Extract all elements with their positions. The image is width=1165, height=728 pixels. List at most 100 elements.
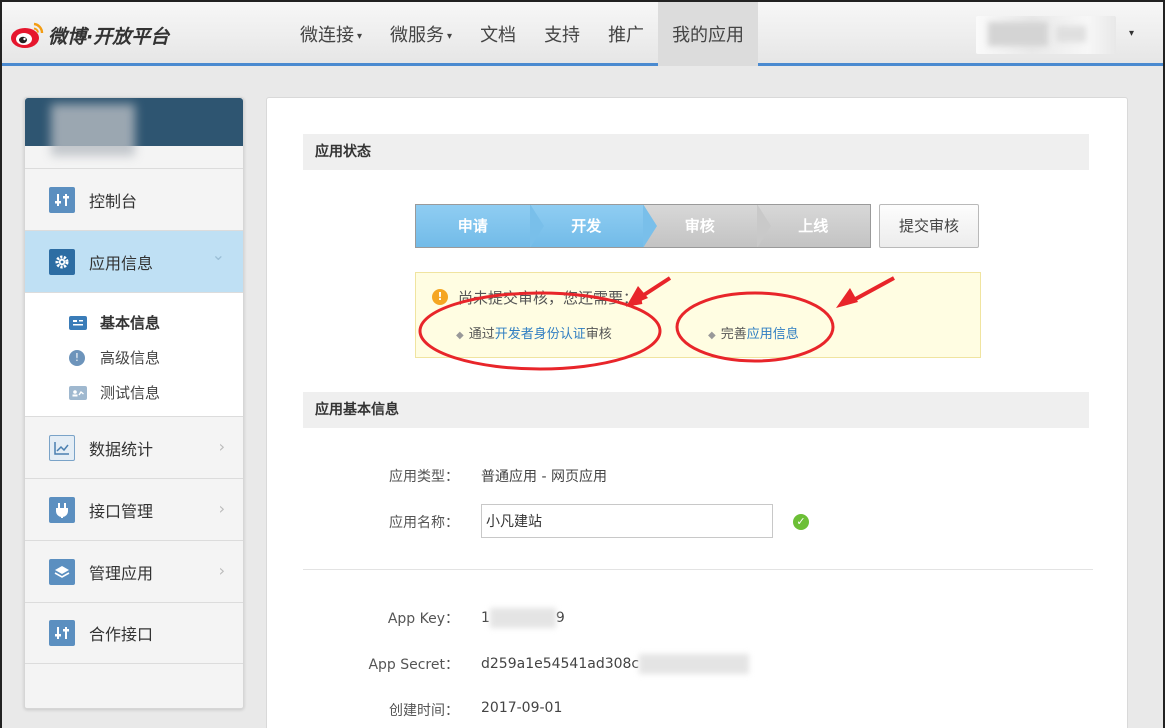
nav-support[interactable]: 支持: [530, 2, 594, 66]
plug-icon: [49, 496, 75, 523]
weibo-logo[interactable]: 微博·开放平台: [10, 18, 169, 52]
username-redacted: [1056, 26, 1086, 42]
step-chevron: [643, 205, 657, 247]
submit-review-button[interactable]: 提交审核: [879, 204, 979, 248]
step-label: 审核: [684, 217, 715, 235]
app-type-label: 应用类型：: [389, 469, 459, 485]
app-name-label: 应用名称：: [389, 515, 459, 531]
check-circle-icon: ✓: [793, 514, 809, 530]
sidebar-item-label: 合作接口: [89, 625, 154, 644]
status-steps: 申请 开发 审核 上线: [415, 204, 871, 248]
sidebar-item-api-management[interactable]: 接口管理 ›: [25, 478, 243, 540]
sidebar-item-label: 控制台: [89, 191, 138, 211]
nav-promote[interactable]: 推广: [594, 2, 658, 66]
line-chart-icon: [49, 434, 75, 461]
user-menu[interactable]: [976, 16, 1116, 54]
sidebar-item-label: 数据统计: [89, 439, 154, 459]
main-nav: 微连接 ▾ 微服务 ▾ 文档 支持 推广 我的应用: [286, 2, 759, 66]
sidebar-subitem-test-info[interactable]: 测试信息: [25, 375, 243, 410]
chevron-down-icon: ▾: [447, 31, 453, 42]
nav-label: 我的应用: [672, 25, 745, 46]
app-secret-row: App Secret： d259a1e54541ad308c: [303, 646, 1089, 680]
app-secret-value: d259a1e54541ad308c: [481, 654, 750, 674]
step-label: 上线: [798, 217, 829, 235]
redaction-mask: [489, 608, 556, 628]
chevron-right-icon: ›: [218, 437, 225, 456]
bullet-icon: ◆: [456, 330, 464, 341]
requirement-developer-auth: ◆ 通过开发者身份认证审核: [456, 323, 612, 342]
nav-label: 微服务: [390, 25, 445, 46]
step-label: 开发: [571, 217, 602, 235]
nav-wei-lianjie[interactable]: 微连接 ▾: [286, 2, 376, 66]
app-name-input[interactable]: [481, 504, 773, 538]
sidebar-item-data-stats[interactable]: 数据统计 ›: [25, 416, 243, 478]
app-info-panel: 应用状态 申请 开发 审核 上线 提交审核 ! 尚未提交审核，您还需要： ◆ 通过…: [266, 97, 1128, 728]
exclamation-icon: !: [69, 349, 85, 366]
sidebar-subitem-advanced-info[interactable]: ! 高级信息: [25, 340, 243, 375]
sidebar-item-partner-api[interactable]: 合作接口: [25, 602, 243, 664]
app-secret-label: App Secret：: [368, 657, 459, 673]
app-name-row: 应用名称： ✓: [303, 504, 1089, 538]
divider: [303, 569, 1093, 570]
sidebar-item-label: 管理应用: [89, 563, 154, 583]
id-card-icon: [69, 315, 87, 330]
sidebar-subitem-basic-info[interactable]: 基本信息: [25, 305, 243, 340]
redaction-mask: [639, 654, 750, 674]
step-label: 申请: [457, 217, 488, 235]
nav-label: 支持: [544, 25, 581, 46]
avatar: [988, 22, 1048, 46]
created-time-label: 创建时间：: [389, 703, 459, 719]
app-secret-text: d259a1e54541ad308c: [481, 656, 640, 672]
app-info-link[interactable]: 应用信息: [747, 327, 799, 342]
app-key-row: App Key： 19: [303, 600, 1089, 634]
nav-label: 文档: [480, 25, 517, 46]
sidebar-app-header: [25, 98, 243, 156]
sliders-icon: [49, 186, 75, 213]
chevron-down-icon: ⌄: [211, 245, 225, 264]
step-chevron: [756, 205, 771, 247]
step-develop: 开发: [529, 205, 657, 247]
req-text: 审核: [585, 327, 612, 342]
sidebar-subitem-label: 高级信息: [100, 349, 161, 367]
app-key-end: 9: [555, 610, 565, 626]
section-title-basic-info: 应用基本信息: [303, 392, 1089, 428]
nav-label: 推广: [608, 25, 645, 46]
section-title-app-status: 应用状态: [303, 134, 1089, 170]
nav-docs[interactable]: 文档: [466, 2, 530, 66]
sidebar-submenu: 基本信息 ! 高级信息 测试信息: [25, 292, 243, 416]
sidebar-item-manage-apps[interactable]: 管理应用 ›: [25, 540, 243, 602]
nav-my-apps[interactable]: 我的应用: [658, 2, 759, 66]
app-key-value: 19: [481, 608, 565, 628]
created-time-row: 创建时间： 2017-09-01: [303, 692, 1089, 726]
warning-icon: !: [432, 289, 448, 305]
sidebar-item-app-info[interactable]: 应用信息 ⌄: [25, 230, 243, 292]
weibo-eye-icon: [11, 22, 44, 48]
app-key-start: 1: [481, 610, 490, 626]
bullet-icon: ◆: [708, 330, 716, 341]
gear-icon: [49, 248, 75, 275]
step-review: 审核: [643, 205, 771, 247]
layers-icon: [49, 558, 75, 585]
developer-auth-link[interactable]: 开发者身份认证: [495, 327, 586, 342]
sidebar-subitem-label: 测试信息: [100, 384, 161, 402]
sidebar-item-console[interactable]: 控制台: [25, 168, 243, 230]
nav-label: 微连接: [300, 25, 354, 46]
nav-wei-fuwu[interactable]: 微服务 ▾: [376, 2, 466, 66]
brand-name: 微博·开放平台: [48, 25, 170, 48]
requirement-app-info: ◆ 完善应用信息: [708, 323, 799, 342]
app-key-label: App Key：: [387, 611, 459, 627]
chevron-down-icon[interactable]: ▾: [1129, 28, 1134, 39]
app-avatar-redacted: [51, 104, 135, 156]
sidebar-item-label: 接口管理: [89, 501, 154, 521]
step-apply: 申请: [416, 205, 544, 247]
req-text: 通过: [468, 327, 495, 342]
app-type-value: 普通应用 - 网页应用: [481, 469, 607, 485]
step-chevron: [529, 205, 544, 247]
created-time-value: 2017-09-01: [481, 700, 563, 716]
step-online: 上线: [756, 205, 870, 247]
req-text: 完善: [720, 327, 747, 342]
chevron-right-icon: ›: [218, 561, 225, 580]
sidebar-subitem-label: 基本信息: [100, 314, 161, 332]
sidebar-item-label: 应用信息: [89, 253, 154, 273]
chevron-down-icon: ▾: [357, 31, 363, 42]
